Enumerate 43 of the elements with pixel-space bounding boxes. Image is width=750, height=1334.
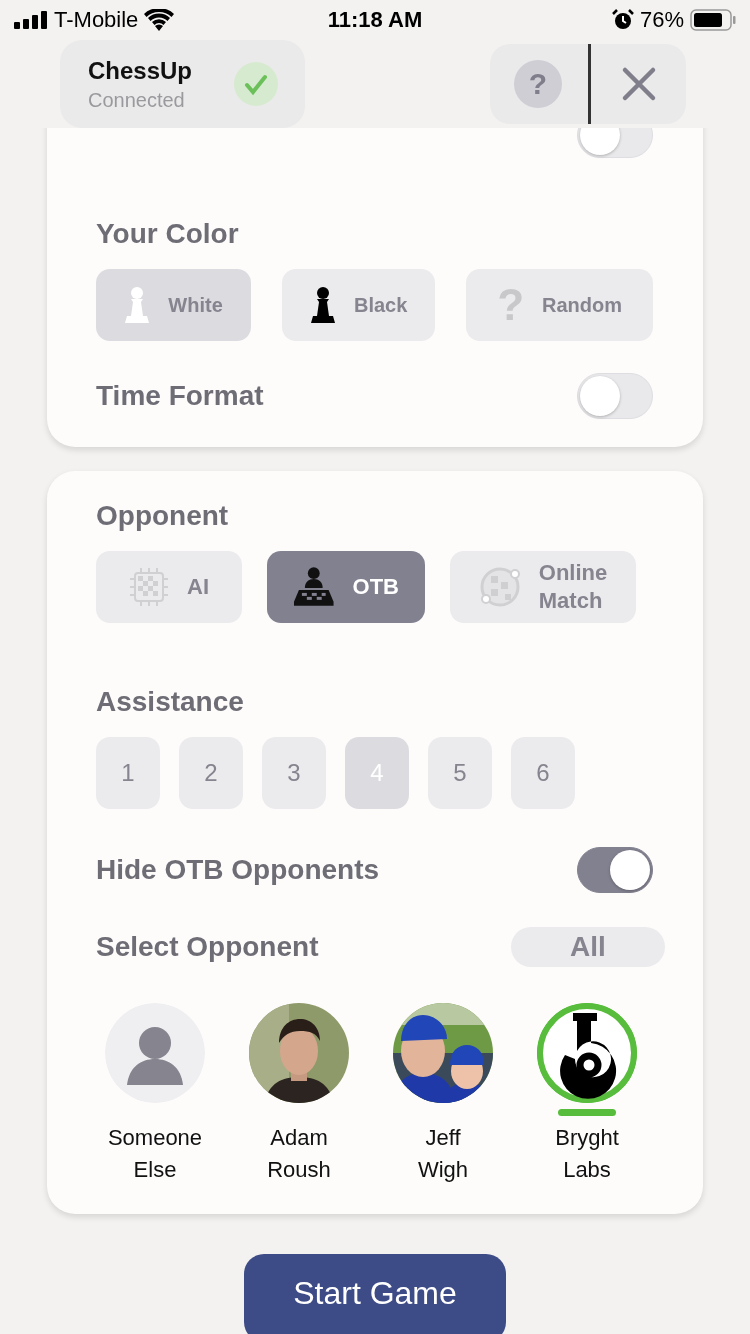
battery-percent: 76% xyxy=(639,7,684,33)
battery-icon xyxy=(690,9,736,31)
assistance-level[interactable]: 3 xyxy=(262,737,326,809)
color-option[interactable]: White xyxy=(96,269,252,341)
filter-button[interactable]: All xyxy=(511,927,665,967)
alarm-icon xyxy=(611,9,634,31)
assistance-level[interactable]: 5 xyxy=(428,737,492,809)
player-name: Bryght Labs xyxy=(555,1124,619,1184)
pawn-icon xyxy=(309,286,336,324)
section-title: Time Format xyxy=(96,379,264,413)
opponent-option[interactable]: Online Match xyxy=(450,551,636,623)
selection-bar xyxy=(558,1109,616,1116)
assistance-level[interactable]: 2 xyxy=(179,737,243,809)
section-title: Your Color xyxy=(96,217,240,251)
chip-icon xyxy=(129,567,169,607)
toggle-switch[interactable] xyxy=(577,847,653,893)
signal-icon xyxy=(14,11,48,29)
opponent-option[interactable]: AI xyxy=(96,551,242,623)
wifi-icon xyxy=(144,9,175,31)
question-icon: ? xyxy=(497,280,525,330)
player-name: Jeff Wigh xyxy=(417,1124,469,1184)
section-title: Hide OTB Opponents xyxy=(96,853,380,887)
pawn-icon xyxy=(124,286,151,324)
player-name: Adam Roush xyxy=(267,1124,331,1184)
player-name: Someone Else xyxy=(107,1124,203,1184)
globe-icon xyxy=(478,566,521,608)
section-title: Assistance xyxy=(96,685,245,719)
logo-icon[interactable] xyxy=(537,1003,637,1103)
connection-status: Connected xyxy=(88,88,186,112)
color-option[interactable]: ? Random xyxy=(466,269,653,341)
opponent-option[interactable]: OTB xyxy=(267,551,425,623)
clock-time: 11:18 AM xyxy=(326,7,424,33)
help-button[interactable]: ? xyxy=(514,60,562,108)
carrier-name: T-Mobile xyxy=(54,7,139,33)
device-name: ChessUp xyxy=(88,56,194,85)
section-title: Select Opponent xyxy=(96,930,319,964)
assistance-level[interactable]: 1 xyxy=(96,737,160,809)
color-option[interactable]: Black xyxy=(282,269,436,341)
section-title: Opponent xyxy=(96,499,230,533)
assistance-level[interactable]: 6 xyxy=(511,737,575,809)
player-board-icon xyxy=(293,566,335,608)
avatar-placeholder-icon[interactable] xyxy=(105,1003,205,1103)
start-game-button[interactable]: Start Game xyxy=(244,1254,506,1334)
